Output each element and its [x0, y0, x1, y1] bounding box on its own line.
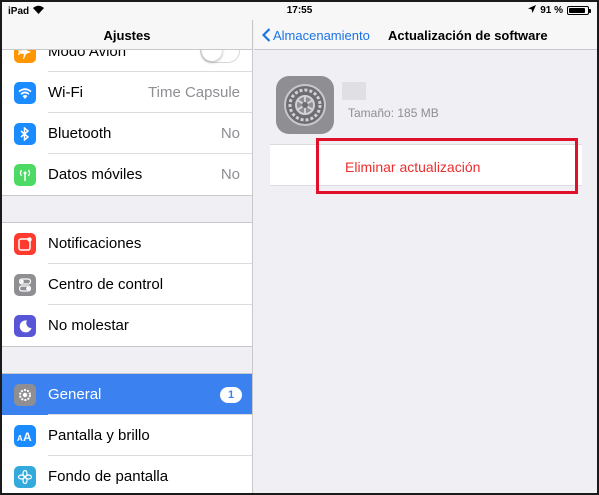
- sidebar-item-value: Time Capsule: [148, 84, 240, 101]
- sidebar-item-value: No: [220, 125, 240, 142]
- ipad-screen: iPad 17:55 91 % Ajustes Modo Avión Wi-Fi…: [0, 0, 599, 495]
- battery-percent: 91 %: [540, 5, 563, 16]
- page-title: Actualización de software: [388, 28, 548, 43]
- software-update-detail: Almacenamiento Actualización de software…: [254, 20, 597, 493]
- battery-icon: [567, 6, 591, 15]
- sidebar-item-wallpaper[interactable]: Fondo de pantalla: [2, 456, 252, 493]
- sidebar-item-display-brightness[interactable]: AA Pantalla y brillo: [2, 415, 252, 456]
- settings-sidebar: Ajustes Modo Avión Wi-Fi Time Capsule Bl…: [2, 20, 253, 493]
- delete-update-label: Eliminar actualización: [345, 159, 481, 175]
- chevron-left-icon: [261, 27, 271, 42]
- update-size: Tamaño: 185 MB: [348, 106, 439, 120]
- text-size-icon: AA: [14, 425, 36, 447]
- control-center-icon: [14, 274, 36, 296]
- detail-navbar: Almacenamiento Actualización de software: [254, 20, 597, 50]
- flower-icon: [14, 466, 36, 488]
- sidebar-item-general[interactable]: General 1: [2, 374, 252, 415]
- svg-text:A: A: [23, 430, 32, 442]
- update-count-badge: 1: [220, 387, 242, 403]
- sidebar-item-bluetooth[interactable]: Bluetooth No: [2, 113, 252, 154]
- moon-icon: [14, 315, 36, 337]
- sidebar-title: Ajustes: [103, 28, 151, 43]
- gear-icon: [14, 384, 36, 406]
- settings-group-general: General 1 AA Pantalla y brillo Fondo de …: [2, 373, 252, 493]
- sidebar-item-value: No: [220, 166, 240, 183]
- redacted-update-name: [342, 82, 366, 100]
- sidebar-item-notifications[interactable]: Notificaciones: [2, 223, 252, 264]
- location-arrow-icon: [528, 5, 537, 16]
- sidebar-item-label: No molestar: [48, 317, 129, 334]
- battery-level: [569, 8, 586, 13]
- sidebar-navbar: Ajustes: [2, 20, 252, 50]
- settings-app-icon: [276, 76, 334, 134]
- sidebar-item-mobile-data[interactable]: Datos móviles No: [2, 154, 252, 195]
- sidebar-item-label: Fondo de pantalla: [48, 468, 169, 485]
- settings-group-notifications: Notificaciones Centro de control No mole…: [2, 222, 252, 347]
- antenna-icon: [14, 164, 36, 186]
- sidebar-item-label: Wi-Fi: [48, 84, 83, 101]
- sidebar-item-label: Notificaciones: [48, 235, 142, 252]
- sidebar-item-label: Datos móviles: [48, 166, 143, 183]
- sidebar-item-do-not-disturb[interactable]: No molestar: [2, 305, 252, 346]
- sidebar-item-label: General: [48, 386, 102, 403]
- settings-group-connectivity: Modo Avión Wi-Fi Time Capsule Bluetooth …: [2, 30, 252, 196]
- sidebar-item-wifi[interactable]: Wi-Fi Time Capsule: [2, 72, 252, 113]
- sidebar-item-label: Pantalla y brillo: [48, 427, 150, 444]
- notifications-icon: [14, 233, 36, 255]
- sidebar-item-label: Bluetooth: [48, 125, 112, 142]
- status-bar: iPad 17:55 91 %: [2, 2, 597, 20]
- bluetooth-icon: [14, 123, 36, 145]
- wifi-icon: [14, 82, 36, 104]
- status-right: 91 %: [528, 5, 591, 16]
- back-button-label: Almacenamiento: [273, 28, 370, 43]
- sidebar-item-label: Centro de control: [48, 276, 164, 293]
- status-time: 17:55: [286, 5, 313, 16]
- delete-update-button-highlight[interactable]: Eliminar actualización: [316, 138, 578, 194]
- sidebar-item-control-center[interactable]: Centro de control: [2, 264, 252, 305]
- back-button[interactable]: Almacenamiento: [261, 27, 370, 43]
